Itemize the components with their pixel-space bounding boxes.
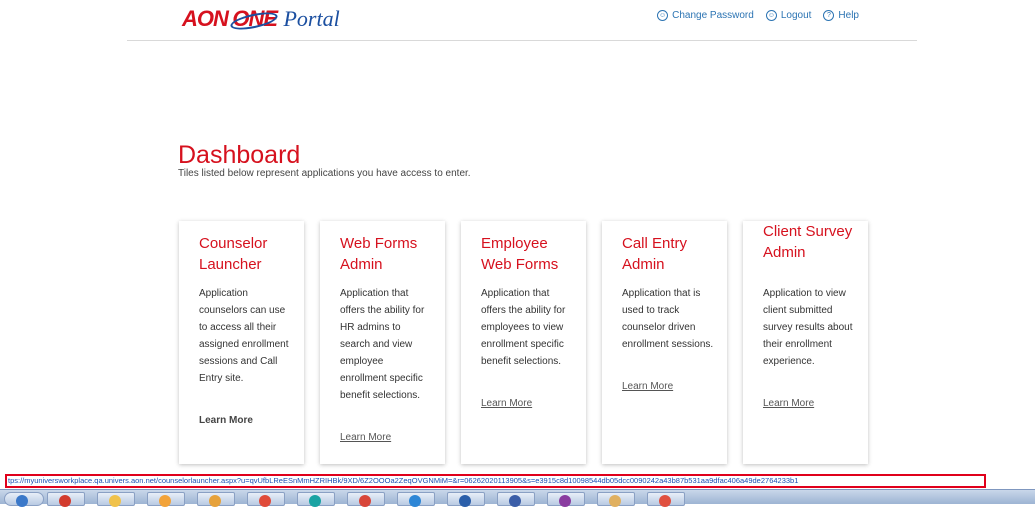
tile-title: Call Entry Admin — [622, 235, 688, 273]
taskbar-app-8[interactable] — [397, 492, 435, 507]
tile-description: Application that is used to track counse… — [622, 288, 714, 350]
logo-portal: Portal — [283, 6, 340, 31]
taskbar-app-5[interactable] — [247, 492, 285, 507]
learn-more-link[interactable]: Learn More — [622, 381, 673, 392]
browser-status-url: tps://myuniversworkplace.qa.univers.aon.… — [5, 474, 986, 488]
app-icon — [159, 495, 171, 507]
taskbar-app-7[interactable] — [347, 492, 385, 507]
tile-title: Client Survey Admin — [763, 223, 853, 261]
change-password-link[interactable]: ☺ Change Password — [657, 10, 754, 21]
folder-icon — [109, 495, 121, 507]
taskbar-app-1[interactable] — [47, 492, 85, 507]
taskbar-app-13[interactable] — [647, 492, 685, 507]
app-icon — [59, 495, 71, 507]
page-title: Dashboard — [178, 140, 301, 169]
word-icon — [459, 495, 471, 507]
learn-more-link[interactable]: Learn More — [199, 415, 253, 426]
user-icon: ☺ — [765, 10, 777, 21]
tile-description: Application to view client submitted sur… — [763, 288, 853, 367]
taskbar-app-10[interactable] — [497, 492, 535, 507]
tile-title: Employee Web Forms — [481, 235, 559, 273]
taskbar-app-11[interactable] — [547, 492, 585, 507]
page-subtitle: Tiles listed below represent application… — [178, 168, 471, 179]
taskbar-app-9[interactable] — [447, 492, 485, 507]
app-icon — [259, 495, 271, 507]
tile-call-entry-admin[interactable]: Call Entry Admin Application that is use… — [602, 221, 727, 464]
page-header: AON ONE Portal ☺ Change Password ☺ Logou… — [127, 0, 917, 41]
application-tiles: Counselor Launcher Application counselor… — [179, 221, 868, 464]
top-links: ☺ Change Password ☺ Logout ? Help — [657, 10, 859, 21]
windows-taskbar — [0, 489, 1035, 507]
windows-icon — [16, 495, 28, 507]
taskbar-app-2[interactable] — [97, 492, 135, 507]
help-label: Help — [838, 10, 859, 21]
taskbar-app-3[interactable] — [147, 492, 185, 507]
help-link[interactable]: ? Help — [823, 10, 859, 21]
learn-more-link[interactable]: Learn More — [763, 398, 814, 409]
tile-employee-web-forms[interactable]: Employee Web Forms Application that offe… — [461, 221, 586, 464]
app-icon — [359, 495, 371, 507]
taskbar-app-12[interactable] — [597, 492, 635, 507]
tile-description: Application counselors can use to access… — [199, 288, 289, 384]
app-icon — [659, 495, 671, 507]
learn-more-link[interactable]: Learn More — [481, 398, 532, 409]
logout-link[interactable]: ☺ Logout — [765, 10, 812, 21]
tile-counselor-launcher[interactable]: Counselor Launcher Application counselor… — [179, 221, 304, 464]
tile-title: Counselor Launcher — [199, 235, 268, 273]
tile-title: Web Forms Admin — [340, 235, 418, 273]
tile-description: Application that offers the ability for … — [481, 288, 566, 367]
logout-label: Logout — [780, 10, 812, 21]
tile-client-survey-admin[interactable]: Client Survey Admin Application to view … — [743, 221, 868, 464]
help-icon: ? — [823, 10, 835, 21]
app-icon — [509, 495, 521, 507]
ie-icon — [409, 495, 421, 507]
user-icon: ☺ — [657, 10, 669, 21]
start-button[interactable] — [4, 492, 44, 507]
taskbar-app-6[interactable] — [297, 492, 335, 507]
change-password-label: Change Password — [672, 10, 754, 21]
app-icon — [309, 495, 321, 507]
taskbar-app-4[interactable] — [197, 492, 235, 507]
app-icon — [609, 495, 621, 507]
browser-icon — [209, 495, 221, 507]
tile-description: Application that offers the ability for … — [340, 288, 425, 401]
tile-web-forms-admin[interactable]: Web Forms Admin Application that offers … — [320, 221, 445, 464]
learn-more-link[interactable]: Learn More — [340, 432, 391, 443]
onenote-icon — [559, 495, 571, 507]
aon-one-portal-logo[interactable]: AON ONE Portal — [182, 6, 340, 34]
logo-one: ONE — [232, 6, 278, 31]
logo-aon: AON — [182, 6, 229, 31]
